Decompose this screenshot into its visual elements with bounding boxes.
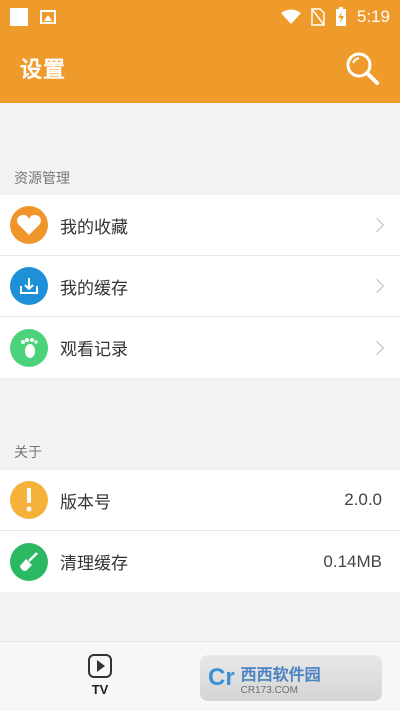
list-item-label: 我的收藏 [60,217,128,238]
tab-tv-label: TV [91,682,109,697]
chevron-right-icon [369,340,385,355]
heart-icon [10,206,48,244]
list-item-history[interactable]: 观看记录 [0,317,400,378]
section-label-about: 关于 [14,445,42,461]
search-button[interactable] [344,50,380,86]
no-sim-icon [311,7,325,26]
list-item-favorites[interactable]: 我的收藏 [0,195,400,256]
broom-icon [10,542,48,581]
info-icon [10,481,48,519]
section-label-resource: 资源管理 [14,171,70,187]
download-icon [10,267,48,305]
tv-play-icon [88,654,112,678]
image-icon [40,9,56,24]
cache-size-value: 0.14MB [323,551,382,571]
list-item-label: 版本号 [60,492,111,513]
list-item-clear-cache[interactable]: 清理缓存 0.14MB [0,531,400,592]
list-item-cache[interactable]: 我的缓存 [0,256,400,317]
list-item-label: 我的缓存 [60,278,128,299]
about-group: 版本号 2.0.0 清理缓存 0.14MB [0,470,400,592]
watermark-logo: Cr [208,664,235,691]
wifi-icon [280,9,301,24]
notification-square-icon [10,7,28,26]
footprint-icon [10,328,48,367]
search-icon [346,52,379,85]
status-bar: 5:19 [0,0,400,33]
chevron-right-icon [369,217,385,233]
version-value: 2.0.0 [344,490,382,509]
watermark: Cr 西西软件园 CR173.COM [200,655,382,701]
page-title: 设置 [20,58,67,83]
list-item-label: 观看记录 [60,340,128,360]
list-item-label: 清理缓存 [60,554,128,574]
watermark-brand: 西西软件园 [240,664,321,684]
chevron-right-icon [369,278,385,294]
list-item-version: 版本号 2.0.0 [0,470,400,531]
battery-charging-icon [335,6,346,26]
resource-group: 我的收藏 我的缓存 观看记录 [0,195,400,378]
watermark-url: CR173.COM [240,684,298,696]
status-time: 5:19 [356,6,390,26]
tab-tv[interactable]: TV [78,654,122,697]
app-bar: 设置 [0,33,400,103]
